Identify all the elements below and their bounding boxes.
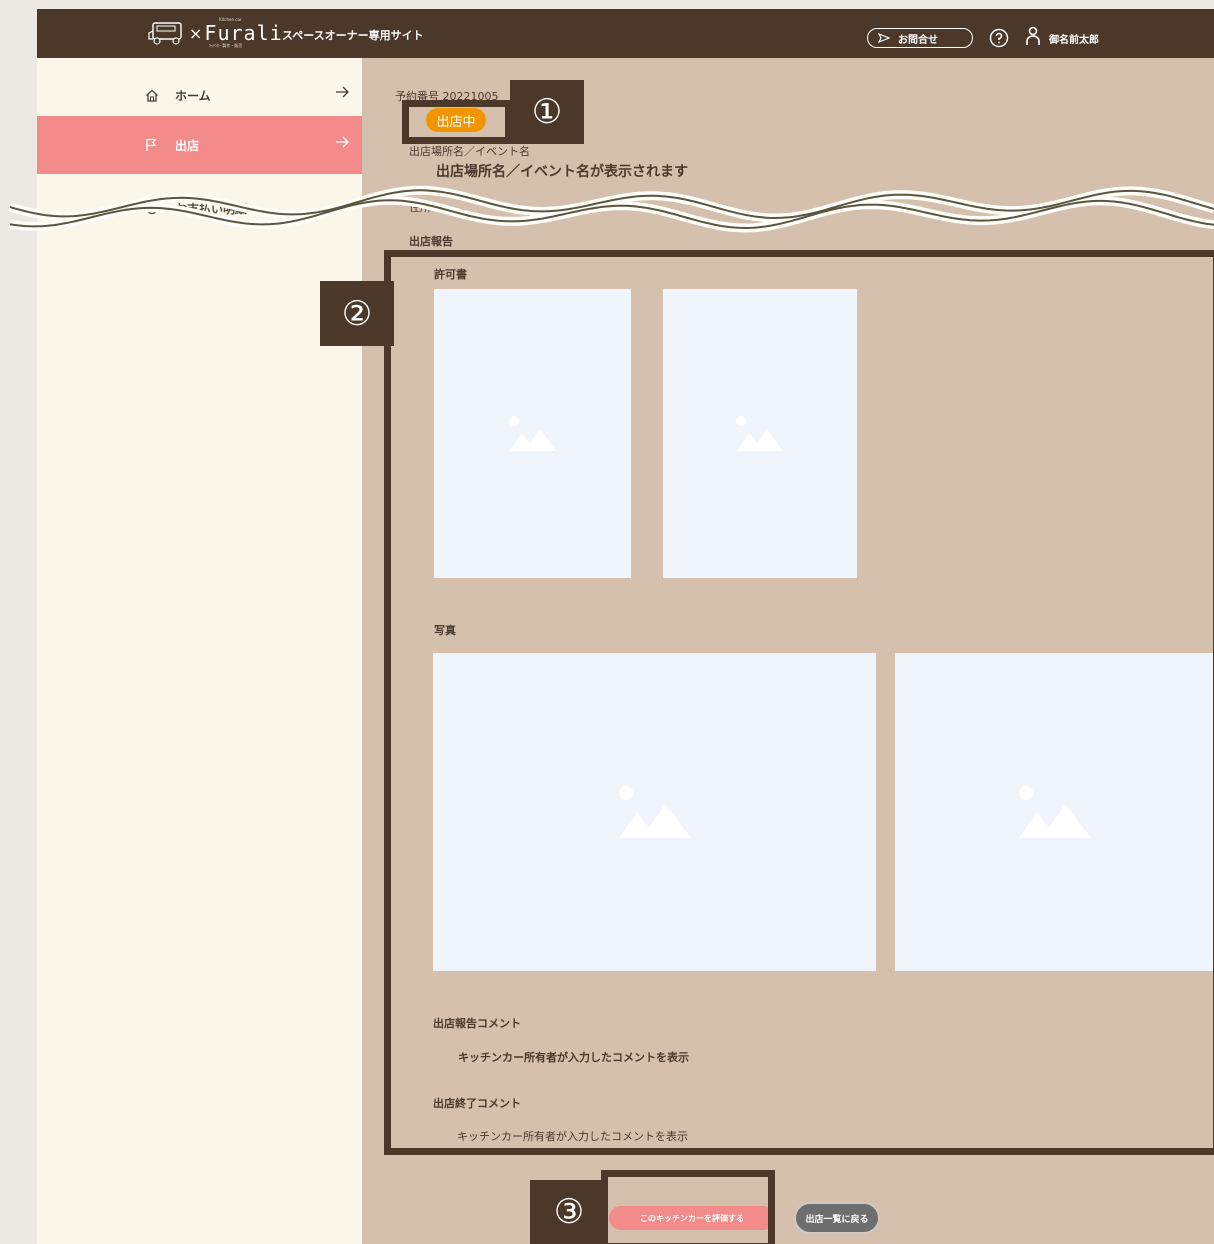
- image-placeholder-icon: [736, 415, 783, 451]
- image-placeholder-icon: [508, 415, 556, 451]
- kitchen-car-icon: [148, 22, 182, 45]
- logo-sub: ｷｯﾁﾝｶｰ 製作・販売: [209, 43, 243, 48]
- sidebar-item-shop[interactable]: 出店: [37, 116, 377, 174]
- location-value: 出店場所名／イベント名が表示されます: [436, 164, 688, 180]
- location-label: 出店場所名／イベント名: [409, 145, 530, 158]
- permit-image-1[interactable]: [434, 289, 631, 578]
- sidebar-item-label: 出店: [175, 138, 200, 153]
- back-to-list-button[interactable]: 出店一覧に戻る: [794, 1202, 880, 1234]
- report-comment-value: キッチンカー所有者が入力したコメントを表示: [458, 1051, 689, 1064]
- logo-cross: ×: [189, 23, 203, 43]
- top-header: × Furali Kitchen car ｷｯﾁﾝｶｰ 製作・販売 スペースオー…: [37, 9, 1214, 58]
- logo-brand: Furali: [204, 21, 283, 45]
- photo-image-2[interactable]: [895, 653, 1214, 971]
- report-heading: 出店報告: [409, 235, 453, 248]
- sidebar-item-label: ホーム: [175, 88, 211, 103]
- photo-label: 写真: [434, 624, 456, 637]
- send-icon: [878, 33, 890, 43]
- flag-icon: [145, 138, 163, 152]
- annotation-number-1: ①: [510, 80, 584, 144]
- reservation-number: 20221005: [442, 90, 499, 103]
- main-content: [362, 58, 1214, 1244]
- status-badge: 出店中: [426, 108, 486, 132]
- arrow-right-icon: [335, 86, 349, 101]
- end-comment-label: 出店終了コメント: [433, 1097, 521, 1110]
- end-comment-value: キッチンカー所有者が入力したコメントを表示: [457, 1130, 688, 1143]
- report-comment-label: 出店報告コメント: [433, 1017, 521, 1030]
- annotation-number-3: ③: [530, 1180, 608, 1244]
- address-label: 住所: [409, 201, 431, 214]
- evaluate-kitchen-car-button[interactable]: このキッチンカーを評価する: [609, 1206, 775, 1230]
- sidebar-item-label: お支払い明細: [175, 201, 248, 216]
- sidebar: ホーム 出店 お支払い明細: [37, 58, 377, 1244]
- contact-button[interactable]: お問合せ: [867, 28, 973, 48]
- arrow-right-icon: [335, 136, 349, 151]
- logo-kitchen-car: Kitchen car: [219, 17, 242, 22]
- site-title: スペースオーナー専用サイト: [282, 29, 424, 42]
- image-placeholder-icon: [1018, 786, 1091, 838]
- image-placeholder-icon: [618, 786, 691, 838]
- annotation-number-2: ②: [320, 281, 394, 346]
- photo-image-1[interactable]: [433, 653, 876, 971]
- permit-label: 許可書: [434, 268, 467, 281]
- permit-image-2[interactable]: [663, 289, 857, 578]
- user-name[interactable]: 御名前太郎: [1049, 31, 1099, 46]
- help-icon[interactable]: [989, 28, 1009, 52]
- user-icon[interactable]: [1025, 26, 1041, 50]
- home-icon: [145, 89, 163, 102]
- sidebar-item-payment[interactable]: お支払い明細: [37, 188, 377, 228]
- reservation-label: 予約番号 20221005: [395, 90, 499, 103]
- payment-icon: [145, 201, 163, 215]
- logo[interactable]: × Furali Kitchen car ｷｯﾁﾝｶｰ 製作・販売: [147, 17, 283, 48]
- contact-label: お問合せ: [898, 34, 938, 46]
